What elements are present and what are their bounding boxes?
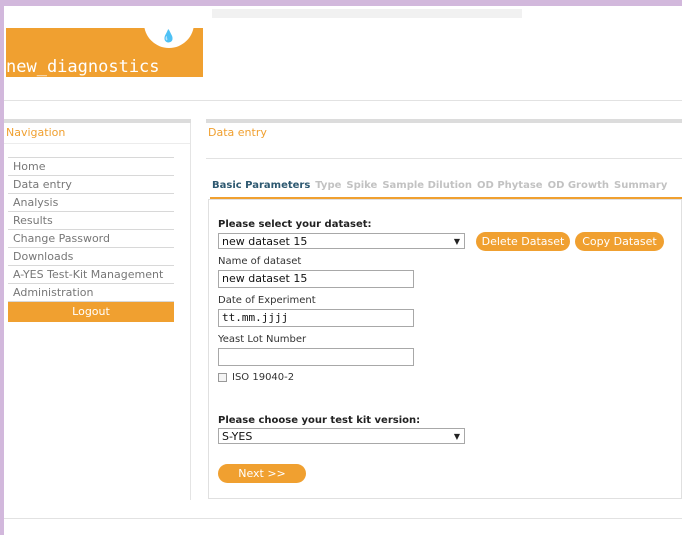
kit-version-value: S-YES [222, 430, 253, 443]
nav-item-change-password[interactable]: Change Password [8, 230, 174, 248]
iso-label: ISO 19040-2 [232, 372, 295, 383]
date-label: Date of Experiment [218, 295, 316, 306]
dataset-select-value: new dataset 15 [222, 235, 308, 248]
page-title: Data entry [208, 126, 267, 139]
nav-item-results[interactable]: Results [8, 212, 174, 230]
kit-version-label: Please choose your test kit version: [218, 415, 421, 426]
main-panel-bar [206, 119, 682, 123]
header-divider [4, 100, 682, 101]
nav-item-home[interactable]: Home [8, 157, 174, 176]
nav-panel-bar [4, 119, 191, 123]
delete-dataset-button[interactable]: Delete Dataset [476, 232, 570, 251]
tab-summary[interactable]: Summary [614, 180, 667, 191]
drop-icon: 💧 [161, 29, 176, 43]
nav-item-test-kit-management[interactable]: A-YES Test-Kit Management [8, 266, 174, 284]
nav-item-administration[interactable]: Administration [8, 284, 174, 302]
tab-type[interactable]: Type [315, 180, 341, 191]
tab-od-growth[interactable]: OD Growth [548, 180, 609, 191]
dataset-name-label: Name of dataset [218, 256, 302, 267]
tab-od-phytase[interactable]: OD Phytase [477, 180, 543, 191]
yeast-lot-input[interactable] [218, 348, 414, 366]
iso-checkbox[interactable] [218, 373, 227, 382]
tab-spike[interactable]: Spike [346, 180, 377, 191]
next-button[interactable]: Next >> [218, 464, 306, 483]
tab-basic-parameters[interactable]: Basic Parameters [212, 180, 310, 191]
nav-menu: Home Data entry Analysis Results Change … [8, 157, 174, 322]
dataset-name-input[interactable]: new dataset 15 [218, 270, 414, 288]
main-title-divider [206, 158, 682, 159]
kit-version-select[interactable]: S-YES ▼ [218, 428, 465, 444]
dataset-select[interactable]: new dataset 15 ▼ [218, 233, 465, 249]
window-frame-left [0, 0, 4, 535]
dropdown-arrow-icon: ▼ [453, 237, 460, 246]
nav-item-analysis[interactable]: Analysis [8, 194, 174, 212]
logo[interactable]: 💧 new_diagnostics [6, 28, 203, 77]
blurred-header-strip [212, 9, 522, 18]
nav-title-divider [4, 143, 191, 144]
yeast-lot-label: Yeast Lot Number [218, 334, 307, 345]
dataset-select-label: Please select your dataset: [218, 219, 372, 230]
logo-text: new_diagnostics [6, 57, 160, 77]
window-frame-top [0, 0, 682, 6]
nav-title: Navigation [6, 126, 66, 139]
wizard-tabs: Basic Parameters Type Spike Sample Dilution… [212, 180, 672, 191]
nav-panel-border [190, 123, 191, 500]
footer-divider [4, 518, 682, 519]
nav-item-data-entry[interactable]: Data entry [8, 176, 174, 194]
nav-item-downloads[interactable]: Downloads [8, 248, 174, 266]
date-input[interactable]: tt.mm.jjjj [218, 309, 414, 327]
tab-sample-dilution[interactable]: Sample Dilution [382, 180, 472, 191]
dropdown-arrow-icon: ▼ [453, 432, 460, 441]
logout-button[interactable]: Logout [8, 302, 174, 322]
copy-dataset-button[interactable]: Copy Dataset [575, 232, 664, 251]
